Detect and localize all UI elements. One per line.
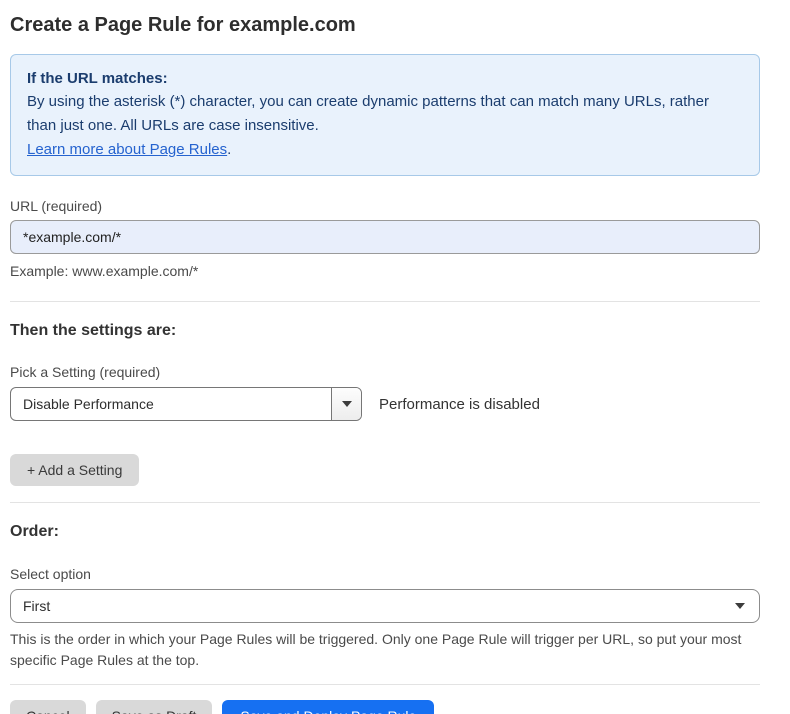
order-hint-text: This is the order in which your Page Rul… <box>10 629 760 671</box>
save-as-draft-button[interactable]: Save as Draft <box>96 700 213 714</box>
chevron-down-icon <box>735 603 745 609</box>
chevron-down-icon <box>342 401 352 407</box>
page-title: Create a Page Rule for example.com <box>10 12 760 38</box>
save-and-deploy-button[interactable]: Save and Deploy Page Rule <box>222 700 434 714</box>
setting-select[interactable]: Disable Performance <box>10 387 362 421</box>
learn-more-link[interactable]: Learn more about Page Rules <box>27 141 227 158</box>
url-field-label: URL (required) <box>10 197 760 215</box>
footer-actions: Cancel Save as Draft Save and Deploy Pag… <box>10 700 760 714</box>
info-box-heading: If the URL matches: <box>27 67 743 90</box>
add-setting-button[interactable]: + Add a Setting <box>10 454 139 486</box>
order-section-heading: Order: <box>10 522 760 542</box>
cancel-button[interactable]: Cancel <box>10 700 86 714</box>
url-input[interactable] <box>10 220 760 254</box>
create-page-rule-form: Create a Page Rule for example.com If th… <box>0 0 790 714</box>
divider <box>10 301 760 302</box>
url-matches-info-box: If the URL matches: By using the asteris… <box>10 54 760 176</box>
order-select[interactable]: First <box>10 589 760 623</box>
setting-select-value: Disable Performance <box>11 396 331 412</box>
setting-status-text: Performance is disabled <box>379 396 540 413</box>
settings-section-heading: Then the settings are: <box>10 321 760 341</box>
order-select-label: Select option <box>10 565 760 583</box>
pick-setting-label: Pick a Setting (required) <box>10 363 760 381</box>
divider <box>10 502 760 503</box>
order-select-value: First <box>11 598 759 614</box>
url-example-hint: Example: www.example.com/* <box>10 261 760 282</box>
link-suffix: . <box>227 141 231 158</box>
info-link-line: Learn more about Page Rules. <box>27 138 743 162</box>
select-arrow-button[interactable] <box>331 388 361 420</box>
info-box-body: By using the asterisk (*) character, you… <box>27 90 727 138</box>
setting-row: Disable Performance Performance is disab… <box>10 387 760 421</box>
divider <box>10 684 760 685</box>
